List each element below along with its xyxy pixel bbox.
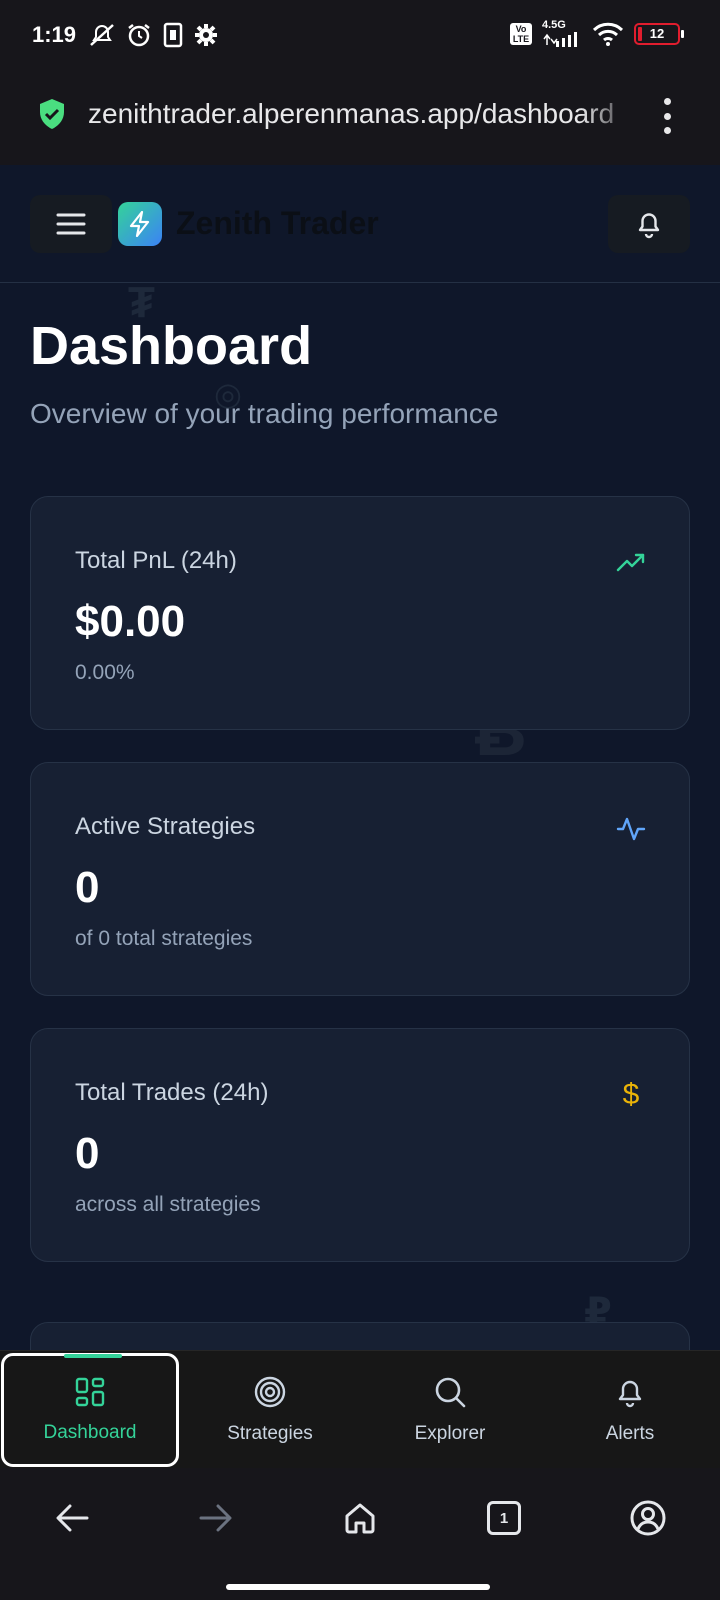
status-bar: 1:19 Vo LTE 4.5G 12 [0,0,720,70]
home-icon [345,1503,375,1534]
bottom-nav: Dashboard Strategies Explorer Alerts [0,1350,720,1468]
bell-icon [618,1380,642,1408]
app-header: Zenith Trader [0,165,720,283]
tab-count: 1 [487,1501,521,1535]
battery-indicator: 12 [634,22,684,45]
tabs-button[interactable]: 1 [484,1498,524,1538]
signal-icon [543,32,577,47]
trending-up-icon [615,547,647,579]
brand-name: Zenith Trader [176,205,379,241]
page-title: Dashboard [30,316,313,376]
search-icon [435,1377,466,1408]
gesture-home-indicator[interactable] [226,1584,490,1590]
card-title: Active Strategies [75,813,256,840]
mute-icon [90,24,114,46]
target-icon [254,1376,286,1408]
battery-level: 12 [649,26,665,41]
nav-explorer[interactable]: Explorer [361,1351,539,1469]
nav-label: Dashboard [43,1422,137,1443]
nav-label: Alerts [605,1423,655,1444]
sim-icon [163,22,183,48]
hamburger-menu-button[interactable] [30,195,112,253]
url-field[interactable]: zenithtrader.alperenmanas.app/dashboard [88,98,636,130]
lightning-icon [129,211,150,237]
browser-navigation-bar: 1 [0,1468,720,1600]
network-type: 4.5G [542,19,566,31]
settings-gear-icon [195,24,217,46]
arrow-right-icon [199,1504,232,1532]
hamburger-icon [56,213,86,235]
alarm-icon [128,24,150,47]
profile-button[interactable] [628,1498,668,1538]
dollar-icon: $ [622,1078,640,1111]
card-title: Total PnL (24h) [75,547,237,574]
volte-badge: Vo LTE [510,22,532,45]
activity-icon [615,813,647,845]
bell-icon [638,213,660,239]
card-title: Total Trades (24h) [75,1079,269,1106]
secure-shield-icon[interactable] [38,98,66,135]
status-icons-right: Vo LTE 4.5G 12 [510,19,684,47]
card-subtext: 0.00% [75,661,135,684]
card-value: $0.00 [75,597,186,646]
active-strategies-card[interactable]: Active Strategies 0 of 0 total strategie… [30,762,690,996]
card-value: 0 [75,863,100,912]
card-subtext: of 0 total strategies [75,927,253,950]
nav-label: Strategies [227,1423,313,1444]
nav-dashboard[interactable]: Dashboard [1,1353,179,1467]
forward-button[interactable] [196,1498,236,1538]
total-trades-card[interactable]: Total Trades (24h) 0 across all strategi… [30,1028,690,1262]
grid-icon [75,1377,105,1407]
card-value: 0 [75,1129,100,1178]
nav-label: Explorer [414,1423,486,1444]
total-pnl-card[interactable]: Total PnL (24h) $0.00 0.00% [30,496,690,730]
browser-url-bar: zenithtrader.alperenmanas.app/dashboard [0,70,720,165]
arrow-left-icon [56,1504,89,1532]
nav-alerts[interactable]: Alerts [541,1351,719,1469]
status-time: 1:19 [32,22,77,47]
notifications-button[interactable] [608,195,690,253]
active-indicator [64,1354,122,1358]
page-subtitle: Overview of your trading performance [30,398,499,429]
nav-strategies[interactable]: Strategies [181,1351,359,1469]
status-icons-left [88,22,218,48]
card-subtext: across all strategies [75,1193,261,1216]
wifi-icon [592,22,624,46]
browser-menu-icon[interactable] [652,98,682,134]
app-logo[interactable] [118,202,162,246]
account-icon [630,1500,666,1536]
back-button[interactable] [52,1498,92,1538]
home-button[interactable] [340,1498,380,1538]
